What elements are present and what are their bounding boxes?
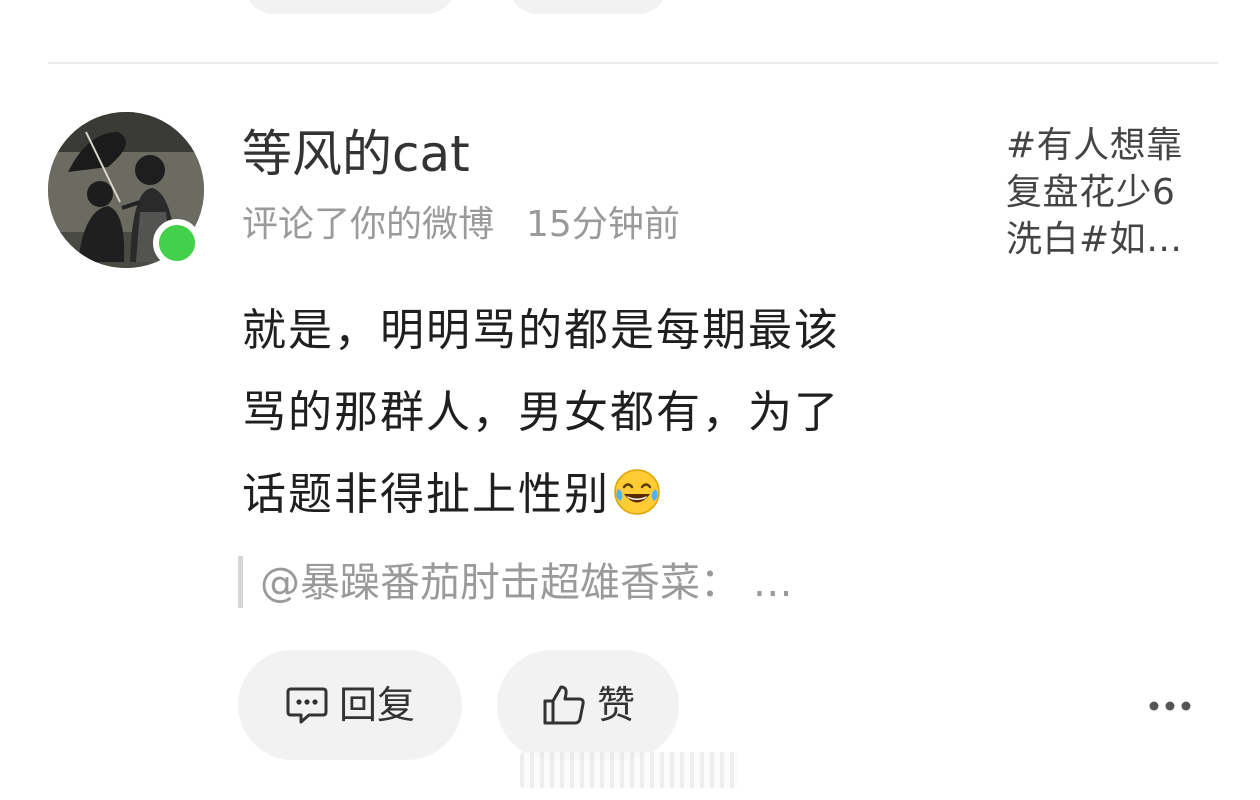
weibo-preview-line: 复盘花少6 — [1006, 172, 1176, 213]
previous-reply-button[interactable] — [244, 0, 456, 14]
quoted-reply[interactable]: @暴躁番茄肘击超雄香菜： … — [260, 556, 793, 610]
more-options-button[interactable] — [1140, 686, 1200, 726]
more-dots-icon — [1149, 701, 1191, 711]
comment-body-line: 就是，明明骂的都是每期最该 — [242, 305, 840, 356]
comment-body-line: 话题非得扯上性别 — [242, 469, 610, 520]
previous-like-button[interactable] — [508, 0, 668, 14]
laughing-tears-emoji — [612, 462, 662, 544]
comment-body-line-last: 话题非得扯上性别 — [242, 454, 962, 536]
quote-bar — [238, 556, 243, 608]
thumbs-up-icon — [541, 683, 587, 727]
reply-label: 回复 — [338, 683, 415, 727]
comment-body-line: 骂的那群人，男女都有，为了 — [242, 387, 840, 438]
timestamp: 15分钟前 — [526, 204, 680, 245]
notification-page: 等风的cat 评论了你的微博 15分钟前 #有人想靠 复盘花少6 洗白#如… 就是… — [0, 0, 1260, 800]
obscured-text-remnant — [520, 752, 738, 788]
like-button[interactable]: 赞 — [497, 650, 679, 760]
referenced-weibo-preview[interactable]: #有人想靠 复盘花少6 洗白#如… — [1006, 122, 1218, 263]
user-name[interactable]: 等风的cat — [242, 122, 470, 186]
comment-icon — [285, 685, 329, 725]
action-text: 评论了你的微博 — [242, 204, 495, 245]
reply-button[interactable]: 回复 — [238, 650, 462, 760]
divider — [48, 62, 1218, 64]
weibo-preview-line: 洗白#如… — [1006, 219, 1183, 260]
comment-meta: 评论了你的微博 15分钟前 — [242, 200, 680, 250]
online-status-dot — [153, 219, 201, 267]
like-label: 赞 — [596, 683, 635, 727]
comment-body: 就是，明明骂的都是每期最该 骂的那群人，男女都有，为了 话题非得扯上性别 — [242, 290, 962, 536]
weibo-preview-line: #有人想靠 — [1006, 125, 1183, 166]
